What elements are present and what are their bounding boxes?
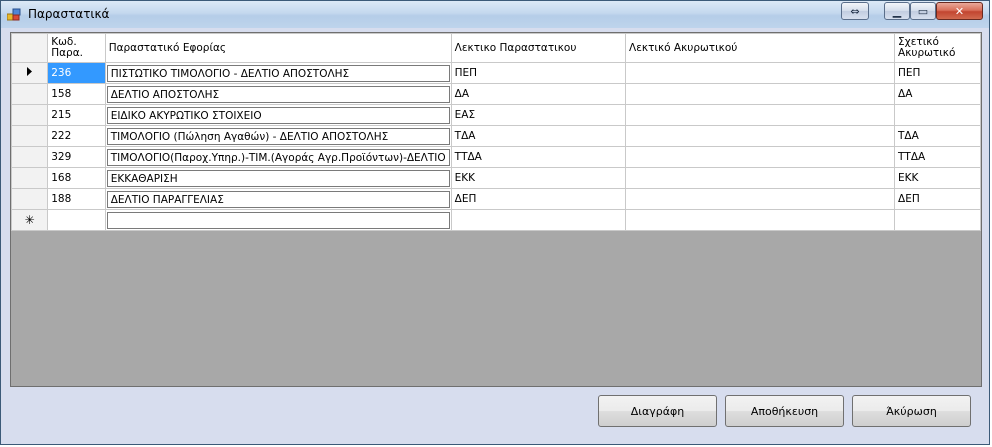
table-row[interactable]: 168 ΕΚΚΑΘΑΡΙΣΗ ΕΚΚ ΕΚΚ [11,167,981,189]
cell-cancel-label[interactable] [625,104,896,126]
cell-cancel-label[interactable] [625,83,896,105]
cell-cancel-label[interactable] [625,188,896,210]
grid-header-row: Κωδ. Παρα. Παραστατικό Εφορίας Λεκτικο Π… [11,33,981,63]
cell-document-label[interactable]: ΕΚΚ [450,167,627,189]
new-row-asterisk-icon: ✳ [24,213,35,227]
cell-tax-document[interactable]: ΠΙΣΤΩΤΙΚΟ ΤΙΜΟΛΟΓΙΟ - ΔΕΛΤΙΟ ΑΠΟΣΤΟΛΗΣ [104,62,452,84]
cell-code[interactable]: 168 [47,167,106,189]
delete-button[interactable]: Διαγράφη [598,395,717,427]
cell-tax-document[interactable] [104,209,452,231]
row-header[interactable] [11,188,49,210]
cell-tax-document[interactable]: ΤΙΜΟΛΟΓΙΟ(Παροχ.Υπηρ.)-ΤΙΜ.(Αγοράς Αγρ.Π… [104,146,452,168]
table-row[interactable]: 222 ΤΙΜΟΛΟΓΙΟ (Πώληση Αγαθών) - ΔΕΛΤΙΟ Α… [11,125,981,147]
cell-tax-document[interactable]: ΤΙΜΟΛΟΓΙΟ (Πώληση Αγαθών) - ΔΕΛΤΙΟ ΑΠΟΣΤ… [104,125,452,147]
table-row[interactable]: 329 ΤΙΜΟΛΟΓΙΟ(Παροχ.Υπηρ.)-ΤΙΜ.(Αγοράς Α… [11,146,981,168]
cell-related-cancel[interactable] [894,209,981,231]
column-header-code[interactable]: Κωδ. Παρα. [47,33,106,63]
restore-arrows-button[interactable]: ⇔ [841,2,869,20]
combo-cell[interactable]: ΤΙΜΟΛΟΓΙΟ (Πώληση Αγαθών) - ΔΕΛΤΙΟ ΑΠΟΣΤ… [106,127,450,145]
row-header[interactable] [11,104,49,126]
combo-cell[interactable]: ΔΕΛΤΙΟ ΑΠΟΣΤΟΛΗΣ [106,85,450,103]
cell-code[interactable]: 329 [47,146,106,168]
cell-tax-document[interactable]: ΔΕΛΤΙΟ ΠΑΡΑΓΓΕΛΙΑΣ [104,188,452,210]
combo-cell[interactable] [106,211,450,229]
minimize-button[interactable]: ▁ [884,2,910,20]
maximize-button[interactable]: ▭ [910,2,936,20]
close-icon: ✕ [954,4,965,18]
cell-cancel-label[interactable] [625,62,896,84]
new-row[interactable]: ✳ [11,209,981,231]
column-header-tax-document[interactable]: Παραστατικό Εφορίας [104,33,452,63]
data-grid[interactable]: Κωδ. Παρα. Παραστατικό Εφορίας Λεκτικο Π… [10,32,982,387]
table-row[interactable]: 215 ΕΙΔΙΚΟ ΑΚΥΡΩΤΙΚΟ ΣΤΟΙΧΕΙΟ ΕΑΣ [11,104,981,126]
table-row[interactable]: 188 ΔΕΛΤΙΟ ΠΑΡΑΓΓΕΛΙΑΣ ΔΕΠ ΔΕΠ [11,188,981,210]
cancel-button[interactable]: Άκύρωση [852,395,971,427]
cell-document-label[interactable]: ΤΔΑ [450,125,627,147]
cell-related-cancel[interactable] [894,104,981,126]
cell-cancel-label[interactable] [625,209,896,231]
cell-tax-document[interactable]: ΕΙΔΙΚΟ ΑΚΥΡΩΤΙΚΟ ΣΤΟΙΧΕΙΟ [104,104,452,126]
window-title: Παραστατικά [28,7,110,21]
cell-related-cancel[interactable]: ΔΑ [894,83,981,105]
cell-document-label[interactable]: ΔΑ [450,83,627,105]
app-icon [7,8,21,21]
title-bar[interactable]: Παραστατικά ⇔ ▁ ▭ ✕ [1,1,989,28]
cell-code[interactable] [47,209,106,231]
app-window: Παραστατικά ⇔ ▁ ▭ ✕ Κωδ. Παρα. Παραστατι… [0,0,990,445]
cell-tax-document[interactable]: ΕΚΚΑΘΑΡΙΣΗ [104,167,452,189]
combo-cell[interactable]: ΤΙΜΟΛΟΓΙΟ(Παροχ.Υπηρ.)-ΤΙΜ.(Αγοράς Αγρ.Π… [106,148,450,166]
save-button[interactable]: Αποθήκευση [725,395,844,427]
combo-cell[interactable]: ΕΚΚΑΘΑΡΙΣΗ [106,169,450,187]
cell-code[interactable]: 215 [47,104,106,126]
cell-document-label[interactable]: ΔΕΠ [450,188,627,210]
table-row[interactable]: 236 ΠΙΣΤΩΤΙΚΟ ΤΙΜΟΛΟΓΙΟ - ΔΕΛΤΙΟ ΑΠΟΣΤΟΛ… [11,62,981,84]
cell-document-label[interactable] [450,209,627,231]
cell-cancel-label[interactable] [625,146,896,168]
combo-cell[interactable]: ΠΙΣΤΩΤΙΚΟ ΤΙΜΟΛΟΓΙΟ - ΔΕΛΤΙΟ ΑΠΟΣΤΟΛΗΣ [106,64,450,82]
cell-code[interactable]: 222 [47,125,106,147]
cell-related-cancel[interactable]: ΔΕΠ [894,188,981,210]
row-header[interactable]: ✳ [11,209,49,231]
minimize-icon: ▁ [892,4,902,18]
close-button[interactable]: ✕ [936,2,983,20]
cell-document-label[interactable]: ΠΕΠ [450,62,627,84]
row-header-corner [11,33,49,63]
combo-cell[interactable]: ΔΕΛΤΙΟ ΠΑΡΑΓΓΕΛΙΑΣ [106,190,450,208]
cell-tax-document[interactable]: ΔΕΛΤΙΟ ΑΠΟΣΤΟΛΗΣ [104,83,452,105]
combo-cell[interactable]: ΕΙΔΙΚΟ ΑΚΥΡΩΤΙΚΟ ΣΤΟΙΧΕΙΟ [106,106,450,124]
cell-code[interactable]: 236 [47,62,106,84]
data-grid-table: Κωδ. Παρα. Παραστατικό Εφορίας Λεκτικο Π… [11,33,981,231]
cell-code[interactable]: 158 [47,83,106,105]
row-pointer-icon [27,67,33,76]
cell-related-cancel[interactable]: ΤΔΑ [894,125,981,147]
table-row[interactable]: 158 ΔΕΛΤΙΟ ΑΠΟΣΤΟΛΗΣ ΔΑ ΔΑ [11,83,981,105]
column-header-cancel-label[interactable]: Λεκτικό Ακυρωτικού [625,33,896,63]
row-header[interactable] [11,83,49,105]
row-header[interactable] [11,62,49,84]
column-header-document-label[interactable]: Λεκτικο Παραστατικου [450,33,627,63]
column-header-related-cancel[interactable]: Σχετικό Ακυρωτικό [894,33,981,63]
maximize-icon: ▭ [917,4,929,18]
cell-related-cancel[interactable]: ΕΚΚ [894,167,981,189]
row-header[interactable] [11,125,49,147]
row-header[interactable] [11,167,49,189]
row-header[interactable] [11,146,49,168]
cell-document-label[interactable]: ΤΤΔΑ [450,146,627,168]
double-arrow-icon: ⇔ [850,4,860,18]
cell-related-cancel[interactable]: ΠΕΠ [894,62,981,84]
cell-cancel-label[interactable] [625,125,896,147]
cell-code[interactable]: 188 [47,188,106,210]
cell-related-cancel[interactable]: ΤΤΔΑ [894,146,981,168]
cell-cancel-label[interactable] [625,167,896,189]
cell-document-label[interactable]: ΕΑΣ [450,104,627,126]
